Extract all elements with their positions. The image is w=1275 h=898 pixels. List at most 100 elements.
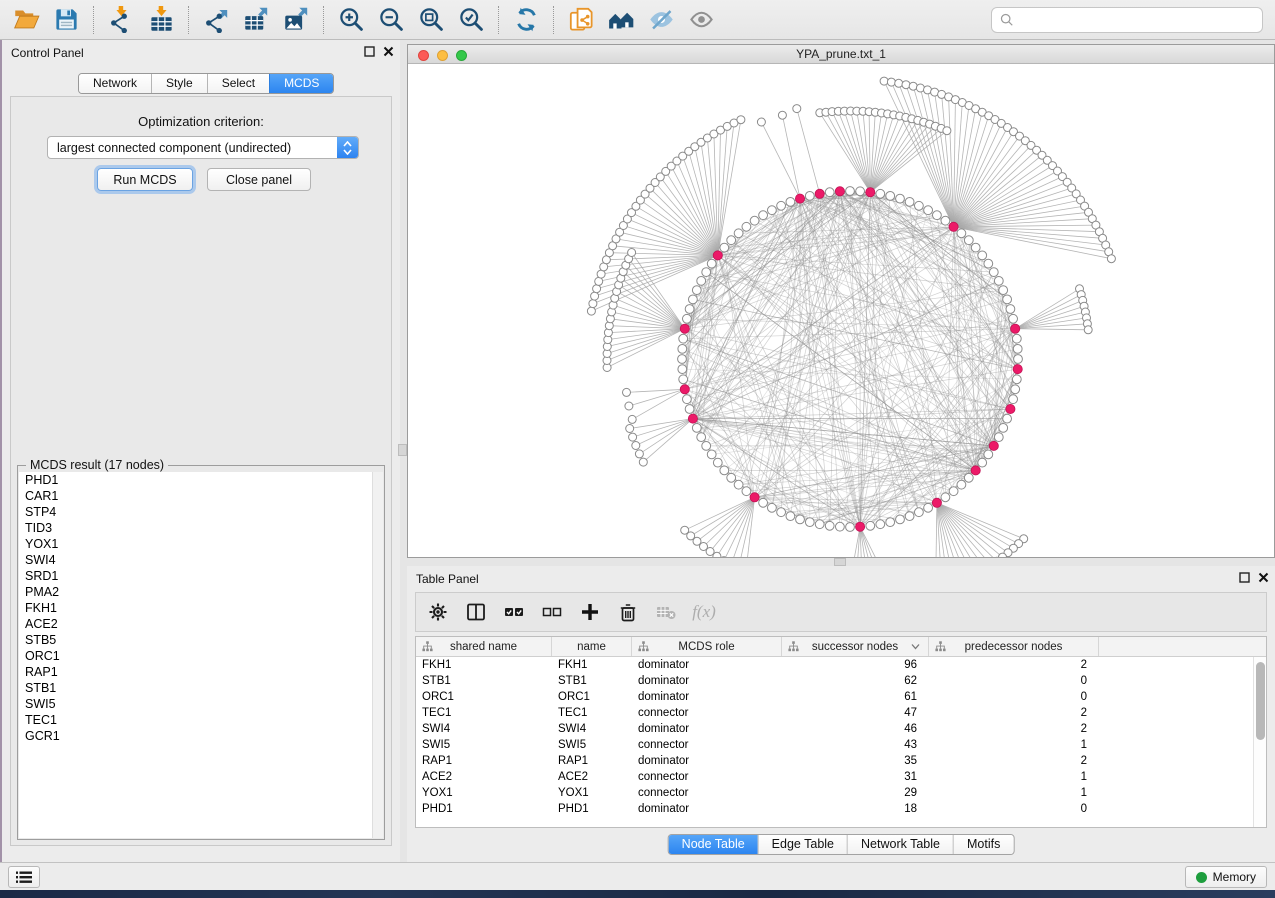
- table-row[interactable]: STB1STB1dominator620: [416, 673, 1266, 689]
- mcds-result-item[interactable]: GCR1: [19, 728, 383, 744]
- mcds-result-item[interactable]: TID3: [19, 520, 383, 536]
- table-cell: STB1: [552, 673, 632, 689]
- mcds-result-item[interactable]: YOX1: [19, 536, 383, 552]
- table-scrollbar-thumb[interactable]: [1256, 662, 1265, 740]
- zoom-selected-icon: [458, 6, 485, 33]
- delete-column-button[interactable]: [616, 600, 640, 624]
- table-scrollbar[interactable]: [1253, 657, 1266, 827]
- mcds-result-item[interactable]: PMA2: [19, 584, 383, 600]
- tab-motifs[interactable]: Motifs: [953, 835, 1013, 854]
- deselect-all-columns-button[interactable]: [540, 600, 564, 624]
- export-network-button[interactable]: [196, 3, 236, 37]
- mcds-result-item[interactable]: RAP1: [19, 664, 383, 680]
- table-cell: 61: [782, 689, 929, 705]
- table-cell: RAP1: [416, 753, 552, 769]
- table-row[interactable]: TEC1TEC1connector472: [416, 705, 1266, 721]
- table-row[interactable]: SWI5SWI5connector431: [416, 737, 1266, 753]
- export-table-button[interactable]: [236, 3, 276, 37]
- table-cell: connector: [632, 737, 782, 753]
- run-mcds-button[interactable]: Run MCDS: [97, 168, 193, 191]
- table-cell: RAP1: [552, 753, 632, 769]
- mcds-result-item[interactable]: STP4: [19, 504, 383, 520]
- open-session-button[interactable]: [6, 3, 46, 37]
- network-view-window: YPA_prune.txt_1: [407, 44, 1275, 558]
- optimization-select[interactable]: largest connected component (undirected): [47, 136, 359, 159]
- control-panel-header: Control Panel: [2, 40, 400, 66]
- tab-select[interactable]: Select: [207, 74, 269, 93]
- close-panel-icon[interactable]: [1258, 572, 1269, 583]
- memory-status-dot: [1196, 872, 1207, 883]
- column-header-shared-name[interactable]: shared name: [416, 637, 552, 656]
- horizontal-splitter-handle[interactable]: [834, 558, 846, 566]
- table-row[interactable]: RAP1RAP1dominator352: [416, 753, 1266, 769]
- table-row[interactable]: SWI4SWI4dominator462: [416, 721, 1266, 737]
- tab-style[interactable]: Style: [151, 74, 207, 93]
- control-panel: Control Panel Network Style Select MCDS …: [2, 40, 400, 862]
- mcds-result-item[interactable]: PHD1: [19, 472, 383, 488]
- mcds-result-item[interactable]: CAR1: [19, 488, 383, 504]
- column-header-successor-nodes[interactable]: successor nodes: [782, 637, 929, 656]
- memory-button[interactable]: Memory: [1185, 866, 1267, 888]
- mcds-result-group: MCDS result (17 nodes) PHD1CAR1STP4TID3Y…: [17, 465, 385, 840]
- zoom-in-button[interactable]: [331, 3, 371, 37]
- show-all-button[interactable]: [681, 3, 721, 37]
- network-canvas[interactable]: [408, 64, 1274, 557]
- float-panel-icon[interactable]: [364, 46, 375, 57]
- mcds-result-item[interactable]: ACE2: [19, 616, 383, 632]
- hide-selected-button[interactable]: [641, 3, 681, 37]
- zoom-fit-button[interactable]: [411, 3, 451, 37]
- tab-network[interactable]: Network: [79, 74, 151, 93]
- table-row[interactable]: PHD1PHD1dominator180: [416, 801, 1266, 817]
- column-header-predecessor-nodes[interactable]: predecessor nodes: [929, 637, 1099, 656]
- mcds-list-scrollbar[interactable]: [372, 472, 383, 838]
- memory-label: Memory: [1213, 870, 1256, 884]
- mcds-result-item[interactable]: SWI5: [19, 696, 383, 712]
- table-cell: connector: [632, 785, 782, 801]
- table-row[interactable]: YOX1YOX1connector291: [416, 785, 1266, 801]
- node-table: shared namenameMCDS rolesuccessor nodesp…: [415, 636, 1267, 828]
- vertical-splitter-handle[interactable]: [398, 444, 407, 456]
- apply-layout-button[interactable]: [506, 3, 546, 37]
- show-panels-button[interactable]: [8, 866, 40, 888]
- zoom-selected-button[interactable]: [451, 3, 491, 37]
- network-view-titlebar: YPA_prune.txt_1: [408, 45, 1274, 64]
- open-folder-icon: [13, 6, 40, 33]
- add-column-button[interactable]: [578, 600, 602, 624]
- table-row[interactable]: ACE2ACE2connector311: [416, 769, 1266, 785]
- table-settings-button[interactable]: [426, 600, 450, 624]
- mcds-result-item[interactable]: SWI4: [19, 552, 383, 568]
- destroy-table-icon: [656, 602, 676, 622]
- chevron-down-icon: [343, 149, 352, 155]
- table-row[interactable]: ORC1ORC1dominator610: [416, 689, 1266, 705]
- table-row[interactable]: FKH1FKH1dominator962: [416, 657, 1266, 673]
- table-cell: 0: [929, 673, 1099, 689]
- close-panel-button[interactable]: Close panel: [207, 168, 311, 191]
- search-input[interactable]: [1020, 13, 1254, 27]
- zoom-out-button[interactable]: [371, 3, 411, 37]
- table-cell: dominator: [632, 801, 782, 817]
- column-header-MCDS-role[interactable]: MCDS role: [632, 637, 782, 656]
- tab-edge-table[interactable]: Edge Table: [758, 835, 847, 854]
- import-network-button[interactable]: [101, 3, 141, 37]
- column-header-name[interactable]: name: [552, 637, 632, 656]
- mcds-result-item[interactable]: FKH1: [19, 600, 383, 616]
- mcds-result-item[interactable]: STB5: [19, 632, 383, 648]
- split-table-view-button[interactable]: [464, 600, 488, 624]
- tab-node-table[interactable]: Node Table: [669, 835, 758, 854]
- first-neighbors-button[interactable]: [601, 3, 641, 37]
- export-image-button[interactable]: [276, 3, 316, 37]
- desktop-wallpaper: [0, 890, 1275, 898]
- duplicate-network-button[interactable]: [561, 3, 601, 37]
- float-panel-icon[interactable]: [1239, 572, 1250, 583]
- mcds-result-item[interactable]: TEC1: [19, 712, 383, 728]
- mcds-result-item[interactable]: ORC1: [19, 648, 383, 664]
- save-session-button[interactable]: [46, 3, 86, 37]
- import-table-button[interactable]: [141, 3, 181, 37]
- table-cell: PHD1: [416, 801, 552, 817]
- tab-mcds[interactable]: MCDS: [269, 74, 333, 93]
- mcds-result-item[interactable]: SRD1: [19, 568, 383, 584]
- mcds-result-item[interactable]: STB1: [19, 680, 383, 696]
- select-all-columns-button[interactable]: [502, 600, 526, 624]
- close-panel-icon[interactable]: [383, 46, 394, 57]
- tab-network-table[interactable]: Network Table: [847, 835, 953, 854]
